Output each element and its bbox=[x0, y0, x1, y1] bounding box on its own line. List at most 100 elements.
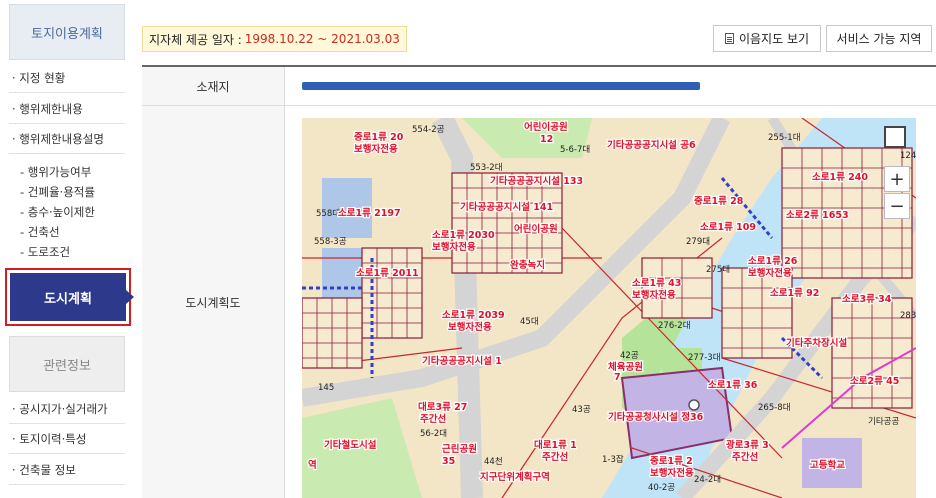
map-label: 7 bbox=[614, 372, 621, 383]
map-label: 기타철도시설 bbox=[324, 439, 377, 451]
map-label: 중로1류 2 bbox=[650, 456, 693, 467]
map-label: 보행자전용 bbox=[650, 467, 694, 479]
sidebar-item-urban-plan[interactable]: 도시계획 bbox=[10, 273, 134, 321]
sidebar-sub-allowed[interactable]: - 행위가능여부 bbox=[20, 164, 91, 180]
map-label: 기타공공청사시설 정36 bbox=[608, 411, 704, 423]
map-label: 중로1류 28 bbox=[694, 196, 744, 207]
map-label: 124 bbox=[900, 151, 916, 161]
map-label: 255-1대 bbox=[768, 133, 801, 143]
map-label: 43공 bbox=[572, 405, 591, 415]
map-label: 중로1류 20 bbox=[354, 132, 404, 143]
divider bbox=[9, 123, 125, 124]
divider bbox=[9, 423, 125, 424]
map-label: 주간선 bbox=[542, 451, 568, 463]
map-label: 주간선 bbox=[732, 451, 758, 463]
map-label: 대로1류 1 bbox=[534, 439, 577, 451]
map-label: 완충녹지 bbox=[510, 259, 545, 271]
map-label: 소로2류 45 bbox=[850, 376, 899, 387]
map-label: 소로1류 2011 bbox=[356, 268, 419, 279]
map-label: 보행자전용 bbox=[748, 267, 792, 279]
view-map-label: 이음지도 보기 bbox=[738, 32, 810, 46]
view-map-button[interactable]: 이음지도 보기 bbox=[713, 25, 821, 52]
document-icon bbox=[724, 33, 734, 44]
map-label: 기타공공공지시설 141 bbox=[460, 201, 553, 213]
map-label: 보행자전용 bbox=[448, 321, 492, 333]
map-label: 보행자전용 bbox=[354, 143, 398, 155]
map-label: 277-3대 bbox=[688, 353, 721, 363]
map-label: 소로1류 92 bbox=[770, 288, 819, 299]
map-label: 지구단위계획구역 bbox=[480, 471, 550, 483]
map-label: 1-3잡 bbox=[602, 454, 624, 465]
map-label: 소로1류 240 bbox=[812, 172, 868, 183]
divider bbox=[9, 484, 125, 485]
service-area-label: 서비스 가능 지역 bbox=[836, 32, 922, 46]
map-label: 주간선 bbox=[420, 413, 446, 425]
map-label: 기타공공공지시설 공6 bbox=[607, 139, 696, 151]
urban-plan-map[interactable]: 중로1류 20 보행자전용 554-2공 어린이공원 12 5-6-7대 255-1대 124… bbox=[302, 118, 916, 498]
sidebar-item-urban-plan-highlight: 도시계획 bbox=[5, 268, 134, 326]
divider bbox=[9, 92, 125, 93]
map-label: 145 bbox=[318, 383, 334, 393]
map-label: 기타공공공지시설 133 bbox=[490, 175, 583, 187]
provide-date-value: 1998.10.22 ~ 2021.03.03 bbox=[244, 32, 400, 46]
map-label: 소로1류 109 bbox=[700, 222, 756, 233]
sidebar-item-land-price[interactable]: · 공시지가·실거래가 bbox=[12, 401, 108, 417]
map-label: 보행자전용 bbox=[632, 289, 676, 301]
fullscreen-icon[interactable] bbox=[884, 126, 906, 148]
map-label: 소로1류 43 bbox=[632, 278, 681, 289]
map-label: 대로3류 27 bbox=[418, 401, 467, 413]
sidebar-item-restriction-desc[interactable]: · 행위제한내용설명 bbox=[12, 131, 104, 147]
provide-date-label: 지자체 제공 일자 : bbox=[149, 32, 242, 47]
sidebar-sub-road[interactable]: - 도로조건 bbox=[20, 244, 70, 260]
sidebar-item-building-info[interactable]: · 건축물 정보 bbox=[12, 462, 76, 478]
map-label: 558-3공 bbox=[314, 237, 347, 247]
map-label: 소로1류 2030 bbox=[432, 230, 495, 241]
map-label: 어린이공원 bbox=[514, 223, 558, 235]
map-label: 35 bbox=[442, 456, 455, 467]
map-label: 기타주차장시설 bbox=[786, 337, 847, 349]
map-label: 5-6-7대 bbox=[560, 145, 590, 155]
map-label: 소로1류 26 bbox=[748, 256, 798, 267]
map-label: 소로1류 2197 bbox=[338, 208, 401, 219]
map-label: 554-2공 bbox=[412, 125, 445, 135]
map-label: 283 bbox=[900, 311, 916, 321]
map-canvas[interactable]: 중로1류 20보행자전용554-2공 어린이공원125-6-7대255-1대124… bbox=[302, 118, 916, 498]
map-label: 소로2류 1653 bbox=[786, 210, 849, 221]
map-label: 558대 bbox=[316, 209, 340, 219]
map-label: 광로3류 3 bbox=[726, 439, 769, 451]
map-label: 42공 bbox=[620, 351, 639, 361]
map-label: 279대 bbox=[686, 237, 710, 247]
related-info-header: 관련정보 bbox=[9, 336, 125, 392]
map-label: 45대 bbox=[520, 317, 539, 327]
provide-date-badge: 지자체 제공 일자 : 1998.10.22 ~ 2021.03.03 bbox=[142, 26, 407, 52]
sidebar-sub-coverage[interactable]: - 건폐율·용적률 bbox=[20, 184, 95, 200]
map-label: 어린이공원 bbox=[524, 121, 568, 133]
sidebar-item-restriction[interactable]: · 행위제한내용 bbox=[12, 101, 83, 117]
address-value-redacted bbox=[302, 82, 700, 90]
address-header: 소재지 bbox=[142, 67, 285, 105]
plan-header: 도시계획도 bbox=[142, 106, 285, 498]
sidebar-item-designation[interactable]: · 지정 현황 bbox=[12, 70, 65, 86]
zoom-out-button[interactable]: − bbox=[884, 193, 910, 219]
map-label: 275대 bbox=[706, 265, 730, 275]
map-label: 553-2대 bbox=[470, 163, 503, 173]
map-label: 소로3류 34 bbox=[842, 294, 892, 305]
sidebar-sub-building-line[interactable]: - 건축선 bbox=[20, 224, 60, 240]
map-label: 보행자전용 bbox=[432, 241, 476, 253]
divider bbox=[9, 153, 125, 154]
map-label: 44천 bbox=[484, 456, 503, 467]
sidebar-sub-height[interactable]: - 층수·높이제한 bbox=[20, 204, 95, 220]
service-area-button[interactable]: 서비스 가능 지역 bbox=[826, 25, 932, 52]
map-label: 고등학교 bbox=[810, 459, 845, 471]
map-label: 40-2공 bbox=[648, 483, 675, 493]
main-content: 지자체 제공 일자 : 1998.10.22 ~ 2021.03.03 이음지도… bbox=[142, 0, 936, 498]
sidebar-header[interactable]: 토지이용계획 bbox=[9, 4, 125, 60]
map-label: 265-8대 bbox=[758, 403, 791, 413]
map-label: 기타공공 bbox=[868, 417, 899, 427]
map-label: 276-2대 bbox=[658, 321, 691, 331]
map-label: 소로1류 2039 bbox=[442, 310, 505, 321]
zoom-in-button[interactable]: + bbox=[884, 166, 910, 192]
sidebar-item-land-history[interactable]: · 토지이력·특성 bbox=[12, 431, 86, 447]
map-label: 소로1류 36 bbox=[708, 380, 758, 391]
map-label: 56-2대 bbox=[420, 429, 447, 439]
